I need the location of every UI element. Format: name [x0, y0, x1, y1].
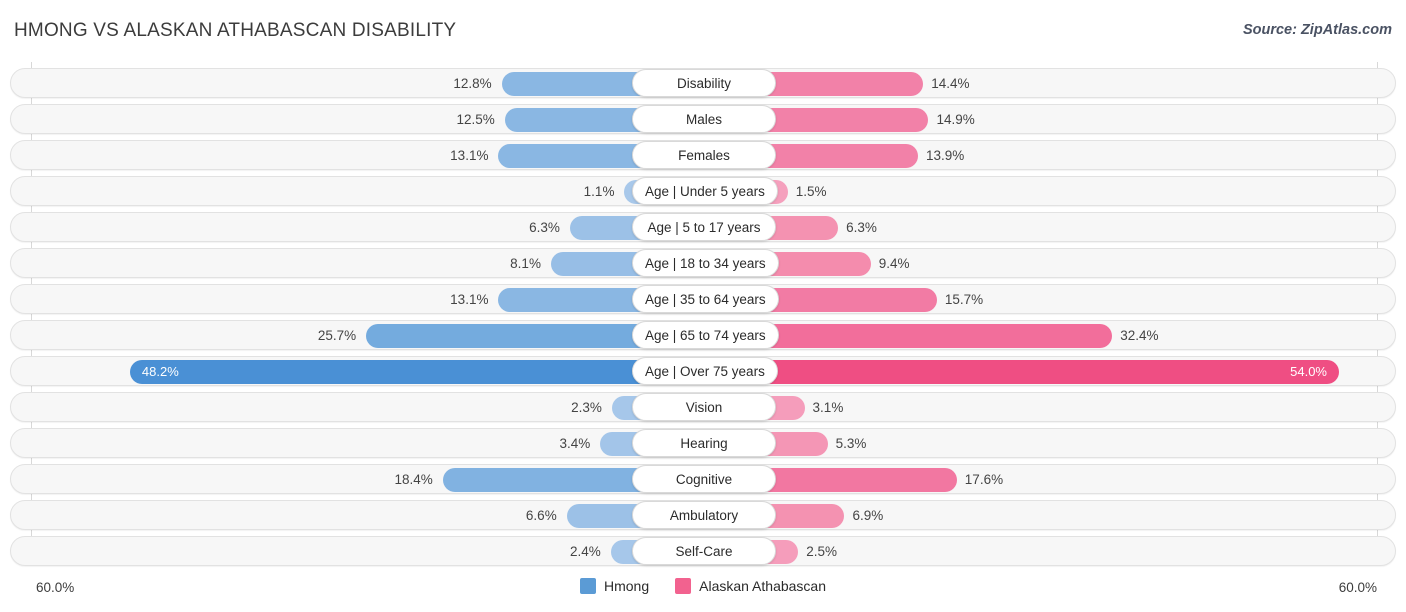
value-label-hmong: 2.4%	[570, 544, 601, 559]
table-row[interactable]: 2.3% 3.1% Vision	[10, 392, 1396, 422]
value-label-hmong: 25.7%	[317, 328, 357, 343]
table-row[interactable]: 1.1% 1.5% Age | Under 5 years	[10, 176, 1396, 206]
category-label[interactable]: Hearing	[632, 429, 776, 457]
table-row[interactable]: 3.4% 5.3% Hearing	[10, 428, 1396, 458]
value-label-hmong: 13.1%	[450, 148, 489, 163]
value-label-hmong: 3.4%	[559, 436, 591, 451]
table-row[interactable]: 8.1% 9.4% Age | 18 to 34 years	[10, 248, 1396, 278]
value-label-hmong: 18.4%	[394, 472, 433, 487]
table-row[interactable]: 25.7% 32.4% Age | 65 to 74 years	[10, 320, 1396, 350]
disability-comparison-chart: HMONG VS ALASKAN ATHABASCAN DISABILITY S…	[0, 0, 1406, 612]
value-label-alaskan-athabascan: 54.0%	[1290, 364, 1327, 379]
table-row[interactable]: 12.8% 14.4% Disability	[10, 68, 1396, 98]
source-attribution: Source: ZipAtlas.com	[1242, 22, 1392, 38]
value-label-hmong: 12.5%	[456, 112, 495, 127]
bar-alaskan-athabascan: 54.0%	[704, 360, 1339, 384]
category-label[interactable]: Cognitive	[632, 465, 776, 493]
table-row[interactable]: 6.6% 6.9% Ambulatory	[10, 500, 1396, 530]
bar-hmong: 48.2%	[129, 360, 704, 384]
value-label-hmong: 6.6%	[525, 508, 557, 523]
plot-area: 12.8% 14.4% Disability 12.5% 14.9% Males 13.1%…	[0, 62, 1406, 566]
legend-swatch-icon	[675, 578, 692, 594]
value-label-hmong: 1.1%	[583, 184, 615, 199]
category-label[interactable]: Disability	[632, 69, 776, 97]
category-label[interactable]: Age | 35 to 64 years	[632, 285, 779, 313]
table-row[interactable]: 6.3% 6.3% Age | 5 to 17 years	[10, 212, 1396, 242]
category-label[interactable]: Self-Care	[632, 537, 776, 565]
value-label-alaskan-athabascan: 14.4%	[931, 76, 970, 91]
table-row[interactable]: 2.4% 2.5% Self-Care	[10, 536, 1396, 566]
value-label-alaskan-athabascan: 9.4%	[878, 256, 910, 271]
value-label-alaskan-athabascan: 6.9%	[852, 508, 884, 523]
value-label-hmong: 12.8%	[453, 76, 492, 91]
category-label[interactable]: Age | 65 to 74 years	[632, 321, 779, 349]
legend-label: Alaskan Athabascan	[699, 578, 826, 594]
value-label-hmong: 48.2%	[141, 364, 179, 379]
value-label-alaskan-athabascan: 15.7%	[944, 292, 984, 307]
legend-item[interactable]: Alaskan Athabascan	[675, 578, 826, 594]
chart-header: HMONG VS ALASKAN ATHABASCAN DISABILITY S…	[0, 0, 1406, 60]
legend-swatch-icon	[579, 578, 596, 594]
value-label-hmong: 6.3%	[529, 220, 560, 235]
value-label-alaskan-athabascan: 17.6%	[964, 472, 1004, 487]
category-label[interactable]: Age | 18 to 34 years	[632, 249, 779, 277]
value-label-hmong: 8.1%	[510, 256, 541, 271]
value-label-hmong: 13.1%	[450, 292, 489, 307]
value-label-alaskan-athabascan: 2.5%	[806, 544, 838, 559]
value-label-alaskan-athabascan: 3.1%	[812, 400, 844, 415]
value-label-alaskan-athabascan: 6.3%	[846, 220, 877, 235]
table-row[interactable]: 13.1% 15.7% Age | 35 to 64 years	[10, 284, 1396, 314]
table-row[interactable]: 12.5% 14.9% Males	[10, 104, 1396, 134]
value-label-alaskan-athabascan: 32.4%	[1120, 328, 1159, 343]
category-label[interactable]: Age | 5 to 17 years	[632, 213, 776, 241]
legend-item[interactable]: Hmong	[579, 578, 650, 594]
category-label[interactable]: Females	[632, 141, 776, 169]
table-row[interactable]: 48.2% 54.0% Age | Over 75 years	[10, 356, 1396, 386]
table-row[interactable]: 13.1% 13.9% Females	[10, 140, 1396, 170]
category-label[interactable]: Age | Over 75 years	[632, 357, 778, 385]
category-label[interactable]: Vision	[632, 393, 776, 421]
value-label-alaskan-athabascan: 13.9%	[925, 148, 965, 163]
chart-footer: 60.0% 60.0% Hmong Alaskan Athabascan	[0, 568, 1406, 612]
legend-label: Hmong	[603, 578, 650, 594]
value-label-alaskan-athabascan: 5.3%	[835, 436, 867, 451]
table-row[interactable]: 18.4% 17.6% Cognitive	[10, 464, 1396, 494]
value-label-hmong: 2.3%	[571, 400, 602, 415]
category-label[interactable]: Males	[632, 105, 776, 133]
page-title: HMONG VS ALASKAN ATHABASCAN DISABILITY	[14, 20, 457, 41]
value-label-alaskan-athabascan: 14.9%	[936, 112, 975, 127]
chart-legend: Hmong Alaskan Athabascan	[0, 578, 1406, 594]
category-label[interactable]: Ambulatory	[632, 501, 776, 529]
value-label-alaskan-athabascan: 1.5%	[795, 184, 827, 199]
category-label[interactable]: Age | Under 5 years	[632, 177, 778, 205]
